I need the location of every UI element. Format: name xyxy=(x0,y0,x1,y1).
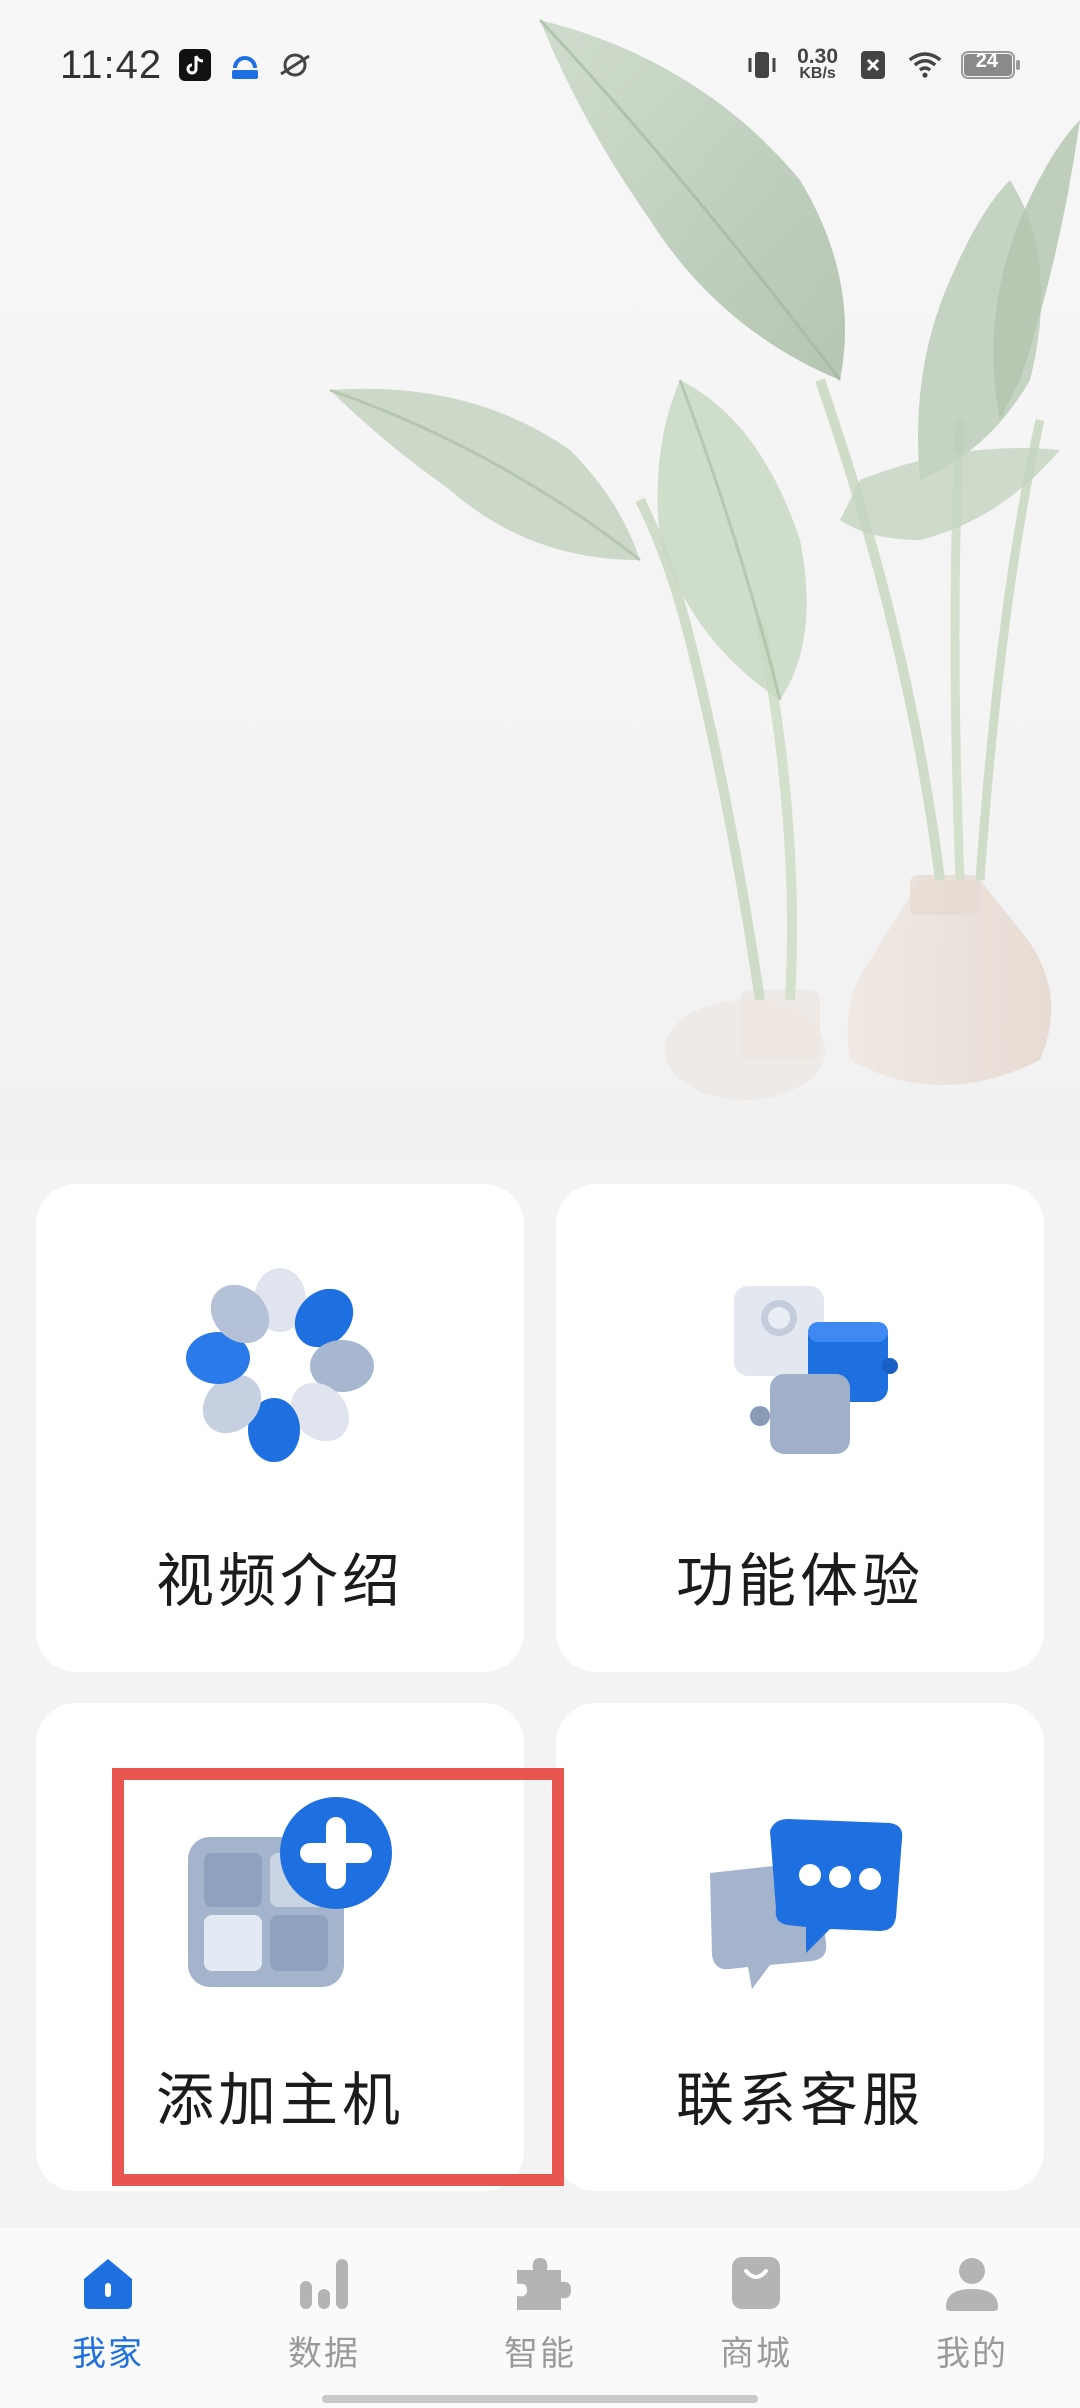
shopping-bag-icon xyxy=(725,2252,787,2314)
bottom-nav: 我家 数据 智能 商城 我的 xyxy=(0,2228,1080,2408)
battery-level: 24 xyxy=(975,50,998,72)
video-intro-label: 视频介绍 xyxy=(155,1547,404,1615)
user-icon xyxy=(941,2252,1003,2314)
grid-plus-icon xyxy=(188,1797,392,1987)
wifi-icon xyxy=(908,48,942,82)
net-speed: 0.30 KB/s xyxy=(797,45,838,82)
video-intro-card[interactable]: 视频介绍 xyxy=(36,1184,524,1672)
sim-off-icon xyxy=(856,48,890,82)
loading-ring-icon xyxy=(186,1268,374,1462)
contact-service-card[interactable]: 联系客服 xyxy=(556,1703,1044,2191)
nav-item-home[interactable]: 我家 xyxy=(0,2228,216,2408)
home-indicator[interactable] xyxy=(322,2395,758,2403)
chat-bubble-icon xyxy=(710,1819,903,1989)
cubes-icon xyxy=(734,1286,898,1454)
plant-illustration xyxy=(329,18,1080,1100)
home-icon xyxy=(77,2252,139,2314)
bar-chart-icon xyxy=(293,2252,355,2314)
nav-item-smart[interactable]: 智能 xyxy=(432,2228,648,2408)
app-badge-icon xyxy=(228,48,262,82)
nav-item-me[interactable]: 我的 xyxy=(864,2228,1080,2408)
add-host-label: 添加主机 xyxy=(155,2066,404,2134)
hero-background xyxy=(0,0,1080,1160)
nav-item-data[interactable]: 数据 xyxy=(216,2228,432,2408)
status-time: 11:42 xyxy=(60,42,163,87)
puzzle-icon xyxy=(509,2252,571,2314)
vibrate-icon xyxy=(745,48,779,82)
home-screen: 11:42 0.30 KB/s 24 视频介绍 功能体验 添加主机 联系客服 我… xyxy=(0,0,1080,2408)
add-host-card[interactable]: 添加主机 xyxy=(36,1703,524,2191)
feature-experience-label: 功能体验 xyxy=(675,1547,924,1615)
status-bar: 11:42 0.30 KB/s 24 xyxy=(0,0,1080,130)
tiktok-icon xyxy=(178,48,212,82)
feature-experience-card[interactable]: 功能体验 xyxy=(556,1184,1044,1672)
nav-item-mall[interactable]: 商城 xyxy=(648,2228,864,2408)
planet-icon xyxy=(278,48,312,82)
contact-service-label: 联系客服 xyxy=(675,2066,924,2134)
